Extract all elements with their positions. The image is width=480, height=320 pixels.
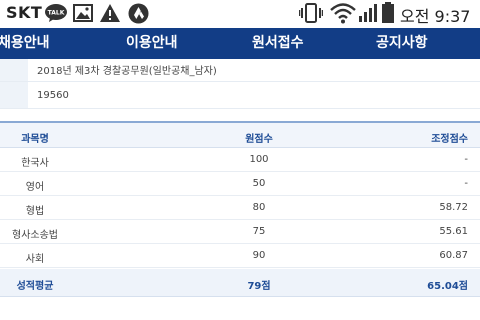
- average-label: 성적평균: [16, 281, 54, 292]
- exam-name: 2018년 제3차 경찰공무원(일반공채_남자): [37, 66, 217, 77]
- table-row: 한국사 100 -: [0, 148, 480, 172]
- nav-recruitment-info[interactable]: 채용안내: [0, 28, 50, 59]
- subject-name: 영어: [25, 182, 45, 193]
- nav-application[interactable]: 원서접수: [252, 28, 304, 59]
- average-raw-score: 79점: [247, 281, 271, 292]
- table-row: 형사소송법 75 55.61: [0, 220, 480, 244]
- raw-score: 75: [252, 226, 266, 237]
- exam-name-row: 2018년 제3차 경찰공무원(일반공채_남자): [0, 59, 480, 82]
- table-header: 과목명 원점수 조정점수: [0, 121, 480, 148]
- vibrate-icon: [299, 3, 323, 23]
- header-adjusted-score: 조정점수: [431, 134, 468, 145]
- header-raw-score: 원점수: [245, 134, 273, 145]
- exam-number-row: 19560: [0, 82, 480, 109]
- subject-name: 형사소송법: [12, 230, 58, 241]
- warning-icon: [100, 4, 120, 22]
- adjusted-score: -: [464, 154, 468, 165]
- table-row: 사회 90 60.87: [0, 244, 480, 268]
- signal-icon: [359, 4, 377, 22]
- main-nav: 채용안내 이용안내 원서접수 공지사항: [0, 28, 480, 59]
- adjusted-score: -: [464, 178, 468, 189]
- exam-number: 19560: [37, 90, 69, 101]
- svg-text:TALK: TALK: [48, 10, 65, 17]
- clock: 오전 9:37: [400, 7, 471, 26]
- status-bar: SKT TALK 오전 9:37: [0, 0, 480, 28]
- adjusted-score: 60.87: [439, 250, 468, 261]
- table-row: 형법 80 58.72: [0, 196, 480, 220]
- kakaotalk-icon: TALK: [45, 4, 67, 22]
- table-footer-average: 성적평균 79점 65.04점: [0, 269, 480, 297]
- raw-score: 90: [252, 250, 266, 261]
- raw-score: 100: [249, 154, 269, 165]
- photo-icon: [73, 4, 93, 22]
- drive-icon: [128, 3, 149, 24]
- nav-notices[interactable]: 공지사항: [376, 28, 428, 59]
- row-label-cell: [0, 82, 28, 108]
- carrier-label: SKT: [6, 3, 43, 22]
- subject-name: 형법: [25, 206, 45, 217]
- nav-usage-guide[interactable]: 이용안내: [126, 28, 178, 59]
- subject-name: 한국사: [21, 158, 49, 169]
- subject-name: 사회: [25, 254, 45, 265]
- raw-score: 80: [252, 202, 266, 213]
- average-adjusted-score: 65.04점: [427, 281, 468, 292]
- adjusted-score: 55.61: [439, 226, 468, 237]
- row-label-cell: [0, 59, 28, 81]
- battery-icon: [382, 2, 394, 23]
- raw-score: 50: [252, 178, 266, 189]
- adjusted-score: 58.72: [439, 202, 468, 213]
- header-subject: 과목명: [21, 134, 49, 145]
- table-row: 영어 50 -: [0, 172, 480, 196]
- wifi-icon: [330, 3, 356, 24]
